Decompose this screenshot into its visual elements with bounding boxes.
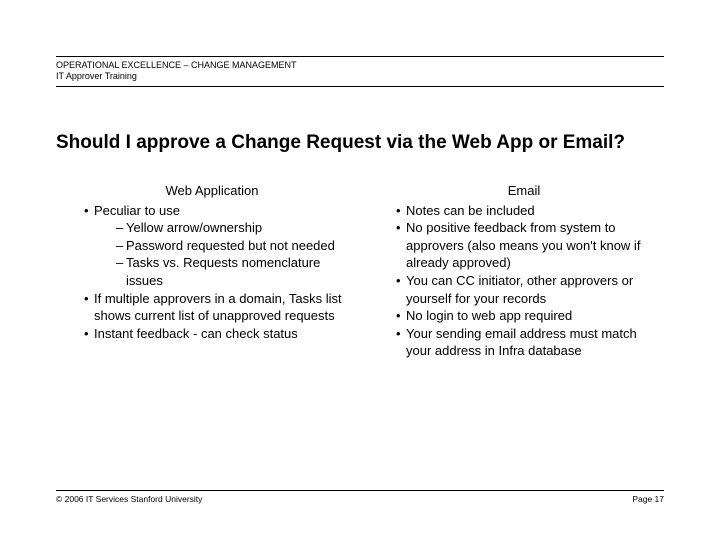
bullet-text: If multiple approvers in a domain, Tasks… bbox=[94, 290, 344, 325]
column-left: Web Application •Peculiar to use –Yellow… bbox=[80, 182, 344, 359]
footer-row: © 2006 IT Services Stanford University P… bbox=[56, 494, 664, 504]
right-bullets: •Notes can be included •No positive feed… bbox=[392, 202, 656, 360]
bullet-marker-icon: • bbox=[396, 307, 406, 325]
bullet-text: You can CC initiator, other approvers or… bbox=[406, 272, 656, 307]
bullet-text: No positive feedback from system to appr… bbox=[406, 219, 656, 272]
dash-marker-icon: – bbox=[116, 237, 126, 255]
bullet-marker-icon: • bbox=[396, 272, 406, 307]
content-columns: Web Application •Peculiar to use –Yellow… bbox=[56, 182, 664, 359]
header-rule-top bbox=[56, 56, 664, 57]
sub-bullet-text: Tasks vs. Requests nomenclature issues bbox=[126, 254, 344, 289]
footer-rule bbox=[56, 490, 664, 491]
header-line-2: IT Approver Training bbox=[56, 71, 664, 82]
bullet-text: Notes can be included bbox=[406, 202, 535, 220]
bullet-marker-icon: • bbox=[84, 290, 94, 325]
right-heading: Email bbox=[392, 182, 656, 200]
bullet-item: •Notes can be included bbox=[396, 202, 656, 220]
header-line-1: OPERATIONAL EXCELLENCE – CHANGE MANAGEME… bbox=[56, 60, 664, 71]
slide: OPERATIONAL EXCELLENCE – CHANGE MANAGEME… bbox=[0, 0, 720, 540]
bullet-item: •No positive feedback from system to app… bbox=[396, 219, 656, 272]
slide-title: Should I approve a Change Request via th… bbox=[56, 131, 664, 155]
sub-bullet-item: –Tasks vs. Requests nomenclature issues bbox=[116, 254, 344, 289]
bullet-text: Instant feedback - can check status bbox=[94, 325, 298, 343]
left-bullets: •Peculiar to use –Yellow arrow/ownership… bbox=[80, 202, 344, 342]
bullet-text: No login to web app required bbox=[406, 307, 572, 325]
footer-page-number: Page 17 bbox=[632, 494, 664, 504]
footer-copyright: © 2006 IT Services Stanford University bbox=[56, 494, 202, 504]
sub-bullet-item: –Yellow arrow/ownership bbox=[116, 219, 344, 237]
left-heading: Web Application bbox=[80, 182, 344, 200]
bullet-marker-icon: • bbox=[84, 202, 94, 220]
left-sub-bullets: –Yellow arrow/ownership –Password reques… bbox=[84, 219, 344, 289]
bullet-marker-icon: • bbox=[396, 202, 406, 220]
bullet-marker-icon: • bbox=[396, 325, 406, 360]
bullet-item: •Peculiar to use bbox=[84, 202, 344, 220]
header-block: OPERATIONAL EXCELLENCE – CHANGE MANAGEME… bbox=[56, 60, 664, 83]
dash-marker-icon: – bbox=[116, 219, 126, 237]
bullet-item: •Instant feedback - can check status bbox=[84, 325, 344, 343]
sub-bullet-item: –Password requested but not needed bbox=[116, 237, 344, 255]
dash-marker-icon: – bbox=[116, 254, 126, 289]
bullet-item: •No login to web app required bbox=[396, 307, 656, 325]
bullet-text: Your sending email address must match yo… bbox=[406, 325, 656, 360]
sub-bullet-text: Yellow arrow/ownership bbox=[126, 219, 262, 237]
bullet-item: •Your sending email address must match y… bbox=[396, 325, 656, 360]
footer: © 2006 IT Services Stanford University P… bbox=[56, 490, 664, 504]
bullet-item: •If multiple approvers in a domain, Task… bbox=[84, 290, 344, 325]
bullet-item: •You can CC initiator, other approvers o… bbox=[396, 272, 656, 307]
bullet-marker-icon: • bbox=[84, 325, 94, 343]
bullet-marker-icon: • bbox=[396, 219, 406, 272]
sub-bullet-text: Password requested but not needed bbox=[126, 237, 335, 255]
bullet-text: Peculiar to use bbox=[94, 202, 180, 220]
header-rule-bottom bbox=[56, 86, 664, 87]
column-right: Email •Notes can be included •No positiv… bbox=[392, 182, 656, 359]
